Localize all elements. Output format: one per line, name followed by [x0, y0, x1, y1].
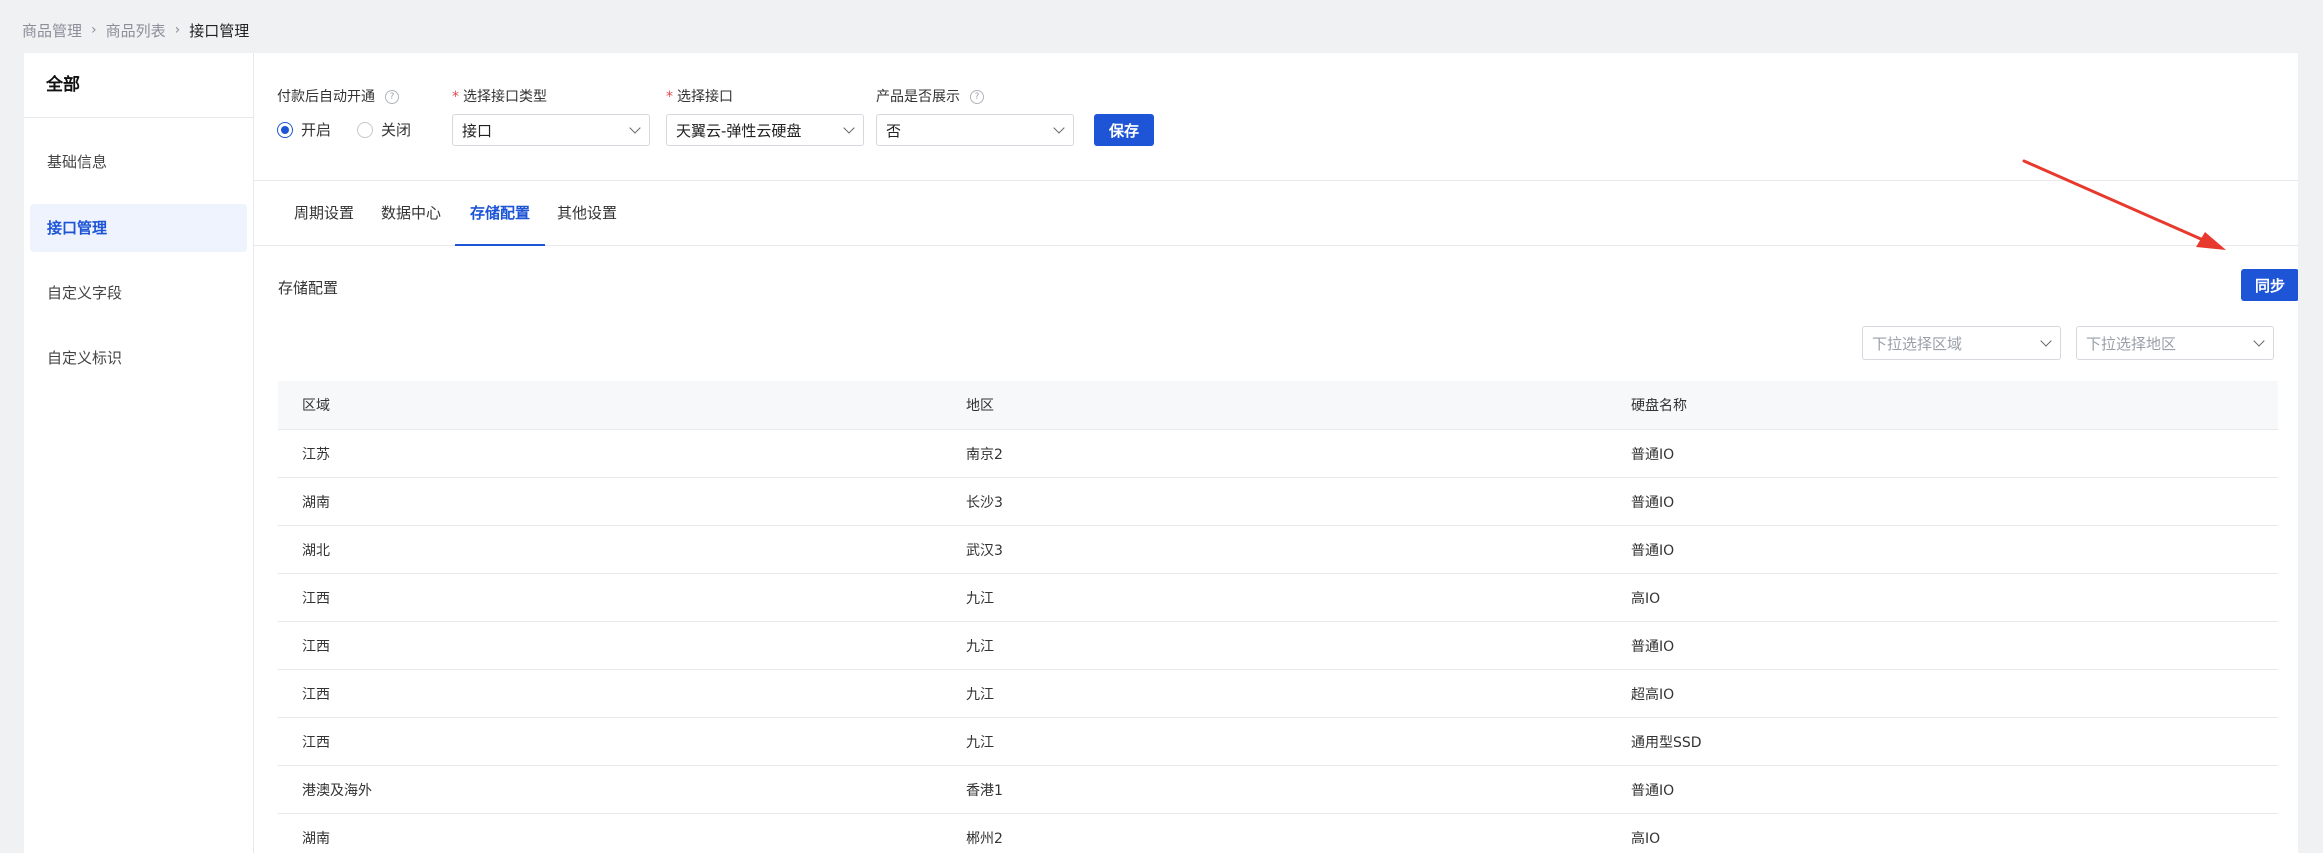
table-row: 湖南 长沙3 普通IO [278, 478, 2278, 526]
region-filter-select[interactable]: 下拉选择区域 [1862, 326, 2061, 360]
product-display-label: 产品是否展示 [876, 89, 960, 105]
chevron-down-icon [629, 122, 641, 134]
cell-area: 香港1 [966, 782, 1003, 799]
sidebar-item-basic-info[interactable]: 基础信息 [30, 138, 247, 186]
cell-disk-name: 高IO [1631, 830, 1661, 847]
tab-other-settings[interactable]: 其他设置 [557, 181, 617, 245]
breadcrumb-item-product-list[interactable]: 商品列表 [106, 20, 166, 41]
cell-disk-name: 超高IO [1631, 686, 1675, 703]
cell-disk-name: 普通IO [1631, 446, 1675, 463]
cell-disk-name: 通用型SSD [1631, 734, 1702, 751]
interface-label: 选择接口 [677, 89, 733, 105]
chevron-right-icon: › [174, 22, 181, 38]
breadcrumb: 商品管理 › 商品列表 › 接口管理 [22, 18, 249, 42]
cell-disk-name: 普通IO [1631, 494, 1675, 511]
cell-area: 九江 [966, 590, 994, 607]
product-display-field: 产品是否展示 ? 否 [876, 87, 1074, 146]
interface-type-label: 选择接口类型 [463, 89, 547, 105]
cell-region: 江西 [302, 734, 330, 751]
table-header: 区域 地区 硬盘名称 [278, 381, 2278, 430]
sidebar-item-custom-tags[interactable]: 自定义标识 [30, 334, 247, 382]
cell-region: 江西 [302, 638, 330, 655]
interface-type-field: * 选择接口类型 接口 [452, 87, 650, 146]
storage-table: 区域 地区 硬盘名称 江苏 南京2 普通IO 湖南 长沙3 普通IO 湖北 武汉… [278, 381, 2278, 853]
tab-data-center[interactable]: 数据中心 [381, 181, 441, 245]
required-asterisk: * [452, 89, 459, 105]
help-icon[interactable]: ? [385, 90, 399, 104]
cell-disk-name: 高IO [1631, 590, 1661, 607]
column-header-disk-name: 硬盘名称 [1631, 398, 1687, 414]
radio-enable[interactable]: 开启 [277, 119, 331, 140]
table-row: 港澳及海外 香港1 普通IO [278, 766, 2278, 814]
cell-region: 湖北 [302, 542, 330, 559]
cell-region: 港澳及海外 [302, 782, 372, 799]
cell-region: 湖南 [302, 494, 330, 511]
cell-area: 九江 [966, 734, 994, 751]
column-header-region: 区域 [302, 398, 330, 414]
main-panel: 付款后自动开通 ? 开启 关闭 * 选择接口类型 接口 * 选择接口 天翼云-弹… [254, 53, 2298, 853]
radio-disable-label: 关闭 [381, 121, 412, 139]
chevron-down-icon [1053, 122, 1065, 134]
auto-open-field: 付款后自动开通 ? 开启 关闭 [277, 87, 437, 140]
area-filter-placeholder: 下拉选择地区 [2086, 334, 2177, 353]
table-row: 湖南 郴州2 高IO [278, 814, 2278, 853]
interface-value: 天翼云-弹性云硬盘 [676, 121, 802, 140]
chevron-down-icon [2040, 335, 2052, 347]
radio-unchecked-icon[interactable] [357, 121, 374, 138]
product-display-value: 否 [886, 121, 902, 140]
sidebar-title: 全部 [24, 53, 253, 118]
required-asterisk: * [666, 89, 673, 105]
interface-select[interactable]: 天翼云-弹性云硬盘 [666, 114, 864, 146]
radio-checked-icon[interactable] [277, 121, 293, 138]
tab-storage-config[interactable]: 存储配置 [454, 181, 546, 246]
chevron-right-icon: › [91, 22, 97, 38]
cell-area: 郴州2 [966, 830, 1003, 847]
interface-type-value: 接口 [462, 121, 493, 140]
help-icon[interactable]: ? [970, 90, 984, 104]
breadcrumb-item-product-management[interactable]: 商品管理 [22, 20, 82, 41]
cell-area: 武汉3 [966, 542, 1003, 559]
column-header-area: 地区 [966, 398, 994, 414]
interface-type-select[interactable]: 接口 [452, 114, 650, 146]
save-button[interactable]: 保存 [1094, 114, 1154, 146]
tab-bar: 周期设置 数据中心 存储配置 其他设置 [254, 181, 2298, 246]
chevron-down-icon [843, 122, 855, 134]
cell-region: 湖南 [302, 830, 330, 847]
sidebar-item-interface-management[interactable]: 接口管理 [30, 204, 247, 252]
area-filter-select[interactable]: 下拉选择地区 [2076, 326, 2274, 360]
tab-cycle-settings[interactable]: 周期设置 [294, 181, 354, 245]
table-row: 江西 九江 通用型SSD [278, 718, 2278, 766]
cell-disk-name: 普通IO [1631, 782, 1675, 799]
sync-button[interactable]: 同步 [2241, 269, 2298, 301]
cell-disk-name: 普通IO [1631, 638, 1675, 655]
section-title: 存储配置 [278, 279, 339, 297]
cell-area: 长沙3 [966, 494, 1003, 511]
sidebar: 全部 基础信息 接口管理 自定义字段 自定义标识 [24, 53, 254, 853]
table-row: 江西 九江 普通IO [278, 622, 2278, 670]
cell-region: 江西 [302, 590, 330, 607]
cell-region: 江苏 [302, 446, 330, 463]
sidebar-item-custom-fields[interactable]: 自定义字段 [30, 269, 247, 317]
content-card: 全部 基础信息 接口管理 自定义字段 自定义标识 付款后自动开通 ? 开启 关闭… [24, 53, 2298, 853]
chevron-down-icon [2253, 335, 2265, 347]
cell-area: 九江 [966, 638, 994, 655]
table-row: 湖北 武汉3 普通IO [278, 526, 2278, 574]
table-row: 江西 九江 超高IO [278, 670, 2278, 718]
breadcrumb-current: 接口管理 [189, 21, 250, 40]
radio-disable[interactable]: 关闭 [357, 119, 411, 140]
interface-field: * 选择接口 天翼云-弹性云硬盘 [666, 87, 864, 146]
cell-area: 九江 [966, 686, 994, 703]
auto-open-label: 付款后自动开通 [277, 89, 375, 105]
cell-disk-name: 普通IO [1631, 542, 1675, 559]
table-row: 江苏 南京2 普通IO [278, 430, 2278, 478]
cell-region: 江西 [302, 686, 330, 703]
region-filter-placeholder: 下拉选择区域 [1872, 334, 1963, 353]
product-display-select[interactable]: 否 [876, 114, 1074, 146]
auto-open-radio-group: 开启 关闭 [277, 119, 437, 140]
cell-area: 南京2 [966, 446, 1003, 463]
table-row: 江西 九江 高IO [278, 574, 2278, 622]
interface-form: 付款后自动开通 ? 开启 关闭 * 选择接口类型 接口 * 选择接口 天翼云-弹… [254, 53, 2298, 181]
radio-enable-label: 开启 [301, 121, 332, 139]
